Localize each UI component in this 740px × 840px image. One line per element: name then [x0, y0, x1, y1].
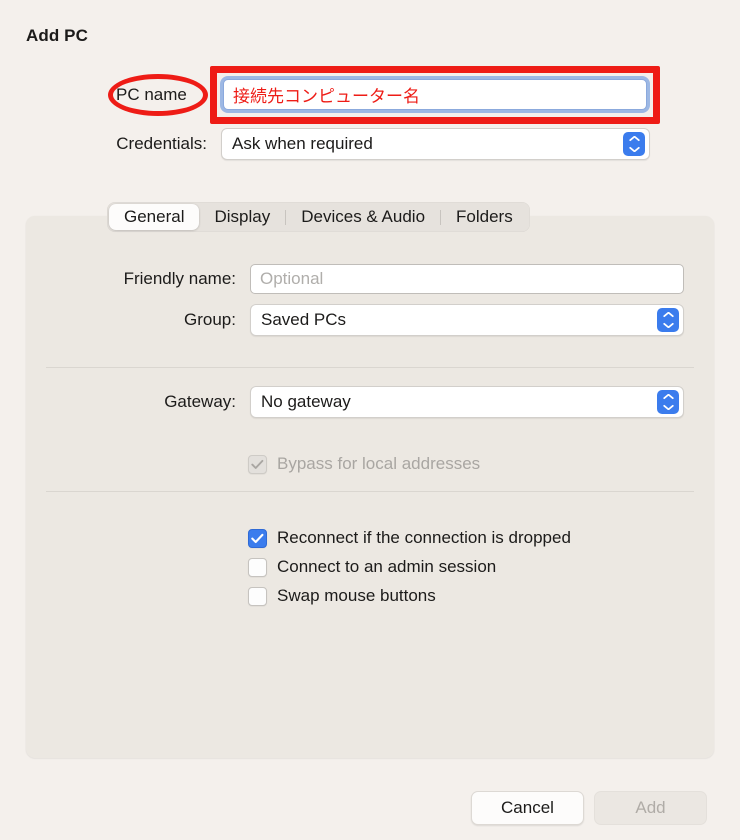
friendly-name-label: Friendly name: — [123, 269, 236, 288]
credentials-select[interactable]: Ask when required — [221, 128, 650, 160]
tab-folders[interactable]: Folders — [441, 204, 528, 230]
tab-devices-and-audio[interactable]: Devices & Audio — [286, 204, 440, 230]
page-title: Add PC — [26, 26, 88, 45]
gateway-select[interactable]: No gateway — [250, 386, 684, 418]
credentials-value: Ask when required — [232, 134, 373, 153]
credentials-label: Credentials: — [116, 134, 207, 153]
chevron-up-down-icon[interactable] — [623, 132, 645, 156]
checkbox-swap-mouse-buttons[interactable] — [248, 586, 267, 606]
add-pc-dialog: Add PC PC name 接続先コンピューター名 Credentials: … — [0, 0, 740, 840]
pc-name-input[interactable]: 接続先コンピューター名 — [223, 79, 647, 110]
group-row: Group: Saved PCs — [64, 304, 684, 336]
tab-display[interactable]: Display — [199, 204, 285, 230]
general-tab-panel: Friendly name: Optional Group: Saved PCs — [26, 216, 714, 758]
checkbox-row-reconnect[interactable]: Reconnect if the connection is dropped — [248, 528, 571, 548]
friendly-name-placeholder: Optional — [260, 269, 324, 288]
add-button: Add — [594, 791, 707, 825]
checkbox-label-bypass-local-addresses: Bypass for local addresses — [277, 454, 481, 473]
group-value: Saved PCs — [261, 310, 347, 329]
checkbox-label-reconnect: Reconnect if the connection is dropped — [277, 528, 571, 547]
checkbox-row-bypass-local-addresses: Bypass for local addresses — [248, 454, 480, 474]
pc-name-row: PC name — [116, 80, 187, 110]
checkbox-row-admin-session[interactable]: Connect to an admin session — [248, 557, 496, 577]
panel-divider — [46, 367, 694, 368]
checkbox-bypass-local-addresses — [248, 454, 267, 474]
gateway-label: Gateway: — [164, 392, 236, 411]
checkbox-label-admin-session: Connect to an admin session — [277, 557, 497, 576]
chevron-up-down-icon[interactable] — [657, 308, 679, 332]
gateway-row: Gateway: No gateway — [64, 386, 684, 418]
chevron-up-down-icon[interactable] — [657, 390, 679, 414]
group-select[interactable]: Saved PCs — [250, 304, 684, 336]
group-label: Group: — [184, 310, 236, 329]
pc-name-label: PC name — [116, 85, 187, 104]
checkbox-admin-session[interactable] — [248, 557, 267, 577]
friendly-name-row: Friendly name: Optional — [64, 264, 684, 294]
credentials-row: Credentials: Ask when required — [90, 128, 650, 160]
tab-general[interactable]: General — [109, 204, 200, 230]
friendly-name-input[interactable]: Optional — [250, 264, 684, 294]
checkbox-row-swap-mouse-buttons[interactable]: Swap mouse buttons — [248, 586, 436, 606]
panel-divider — [46, 491, 694, 492]
checkbox-label-swap-mouse-buttons: Swap mouse buttons — [277, 586, 436, 605]
cancel-button[interactable]: Cancel — [471, 791, 584, 825]
gateway-value: No gateway — [261, 392, 351, 411]
checkbox-reconnect[interactable] — [248, 528, 267, 548]
tab-bar: General Display Devices & Audio Folders — [107, 202, 530, 232]
